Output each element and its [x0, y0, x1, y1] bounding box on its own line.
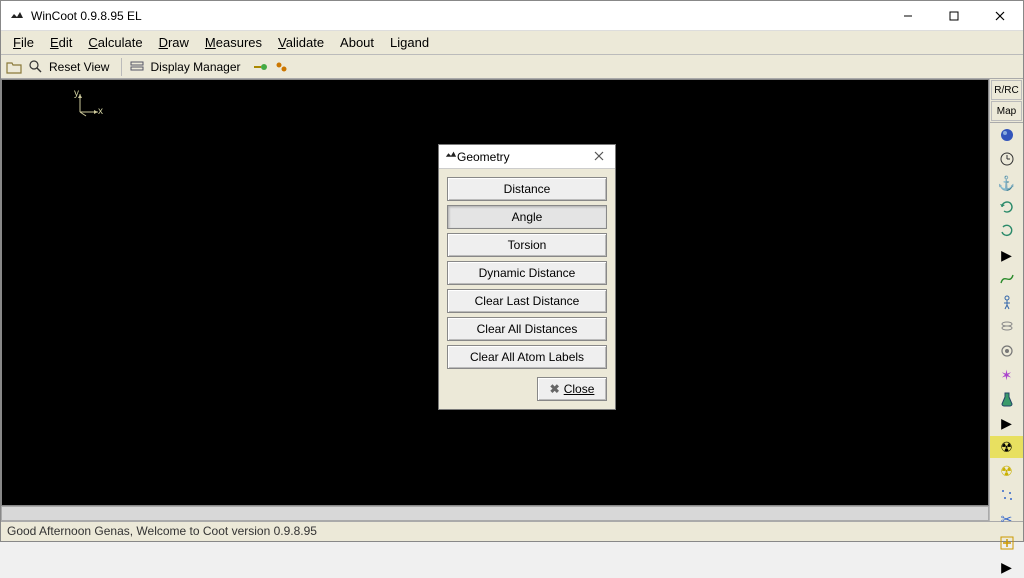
starburst-icon[interactable]: ✶: [990, 364, 1023, 386]
right-panel: R/RC Map ⚓ ▶ ✶ ▶ ☢ ☢ ✂ ▶: [989, 79, 1023, 521]
viewport-3d[interactable]: y x Geometry Distance Angle Torsi: [1, 79, 989, 506]
menu-ligand[interactable]: Ligand: [382, 33, 437, 52]
minimize-button[interactable]: [885, 1, 931, 31]
axis-gizmo: y x: [72, 90, 102, 120]
display-manager-icon[interactable]: [128, 58, 146, 76]
menubar: File Edit Calculate Draw Measures Valida…: [1, 31, 1023, 55]
sphere-icon[interactable]: [990, 124, 1023, 146]
map-button[interactable]: Map: [991, 101, 1022, 121]
main-area: y x Geometry Distance Angle Torsi: [1, 79, 1023, 521]
display-manager-button[interactable]: Display Manager: [150, 60, 240, 74]
plus-icon[interactable]: [990, 532, 1023, 554]
menu-edit[interactable]: Edit: [42, 33, 80, 52]
window-title: WinCoot 0.9.8.95 EL: [31, 9, 885, 23]
maximize-button[interactable]: [931, 1, 977, 31]
menu-measures[interactable]: Measures: [197, 33, 270, 52]
clear-all-atom-labels-button[interactable]: Clear All Atom Labels: [447, 345, 607, 369]
goto-icon[interactable]: [251, 58, 269, 76]
torsion-button[interactable]: Torsion: [447, 233, 607, 257]
separator: [121, 58, 122, 76]
play2-icon[interactable]: ▶: [990, 412, 1023, 434]
menu-about[interactable]: About: [332, 33, 382, 52]
human-icon[interactable]: [990, 292, 1023, 314]
dialog-close-icon[interactable]: [589, 149, 609, 164]
dialog-titlebar[interactable]: Geometry: [439, 145, 615, 169]
dialog-close-button[interactable]: ✖ Close: [537, 377, 607, 401]
menu-draw[interactable]: Draw: [151, 33, 197, 52]
geometry-dialog: Geometry Distance Angle Torsion Dynamic …: [438, 144, 616, 410]
dialog-icon: [445, 149, 457, 164]
radiation2-icon[interactable]: ☢: [990, 460, 1023, 482]
dialog-close-label: Close: [564, 382, 595, 396]
axis-y-label: y: [74, 88, 79, 99]
refresh-icon[interactable]: [990, 220, 1023, 242]
play-icon[interactable]: ▶: [990, 244, 1023, 266]
menu-validate[interactable]: Validate: [270, 33, 332, 52]
play3-icon[interactable]: ▶: [990, 556, 1023, 578]
atom-icon[interactable]: [273, 58, 291, 76]
curve-icon[interactable]: [990, 268, 1023, 290]
flask-icon[interactable]: [990, 388, 1023, 410]
clock-icon[interactable]: [990, 148, 1023, 170]
rotate-icon[interactable]: [990, 196, 1023, 218]
menu-file[interactable]: File: [5, 33, 42, 52]
reset-view-button[interactable]: Reset View: [49, 60, 109, 74]
close-button[interactable]: [977, 1, 1023, 31]
statusbar: Good Afternoon Genas, Welcome to Coot ve…: [1, 521, 1023, 541]
angle-button[interactable]: Angle: [447, 205, 607, 229]
helix-icon[interactable]: [990, 316, 1023, 338]
clear-all-distances-button[interactable]: Clear All Distances: [447, 317, 607, 341]
dialog-title: Geometry: [457, 150, 589, 164]
close-x-icon: ✖: [550, 382, 560, 396]
anchor-icon[interactable]: ⚓: [990, 172, 1023, 194]
radiation-icon[interactable]: ☢: [990, 436, 1023, 458]
distance-button[interactable]: Distance: [447, 177, 607, 201]
scissors-icon[interactable]: ✂: [990, 508, 1023, 530]
open-icon[interactable]: [5, 58, 23, 76]
toolbar: Reset View Display Manager: [1, 55, 1023, 79]
clear-last-distance-button[interactable]: Clear Last Distance: [447, 289, 607, 313]
status-text: Good Afternoon Genas, Welcome to Coot ve…: [7, 524, 317, 538]
window-titlebar: WinCoot 0.9.8.95 EL: [1, 1, 1023, 31]
horizontal-scrollbar[interactable]: [1, 506, 989, 521]
scatter-icon[interactable]: [990, 484, 1023, 506]
rrc-button[interactable]: R/RC: [991, 80, 1022, 100]
zoom-icon[interactable]: [27, 58, 45, 76]
menu-calculate[interactable]: Calculate: [80, 33, 150, 52]
axis-x-label: x: [98, 106, 103, 117]
app-icon: [9, 8, 25, 24]
gear-icon[interactable]: [990, 340, 1023, 362]
dialog-body: Distance Angle Torsion Dynamic Distance …: [439, 169, 615, 409]
dynamic-distance-button[interactable]: Dynamic Distance: [447, 261, 607, 285]
